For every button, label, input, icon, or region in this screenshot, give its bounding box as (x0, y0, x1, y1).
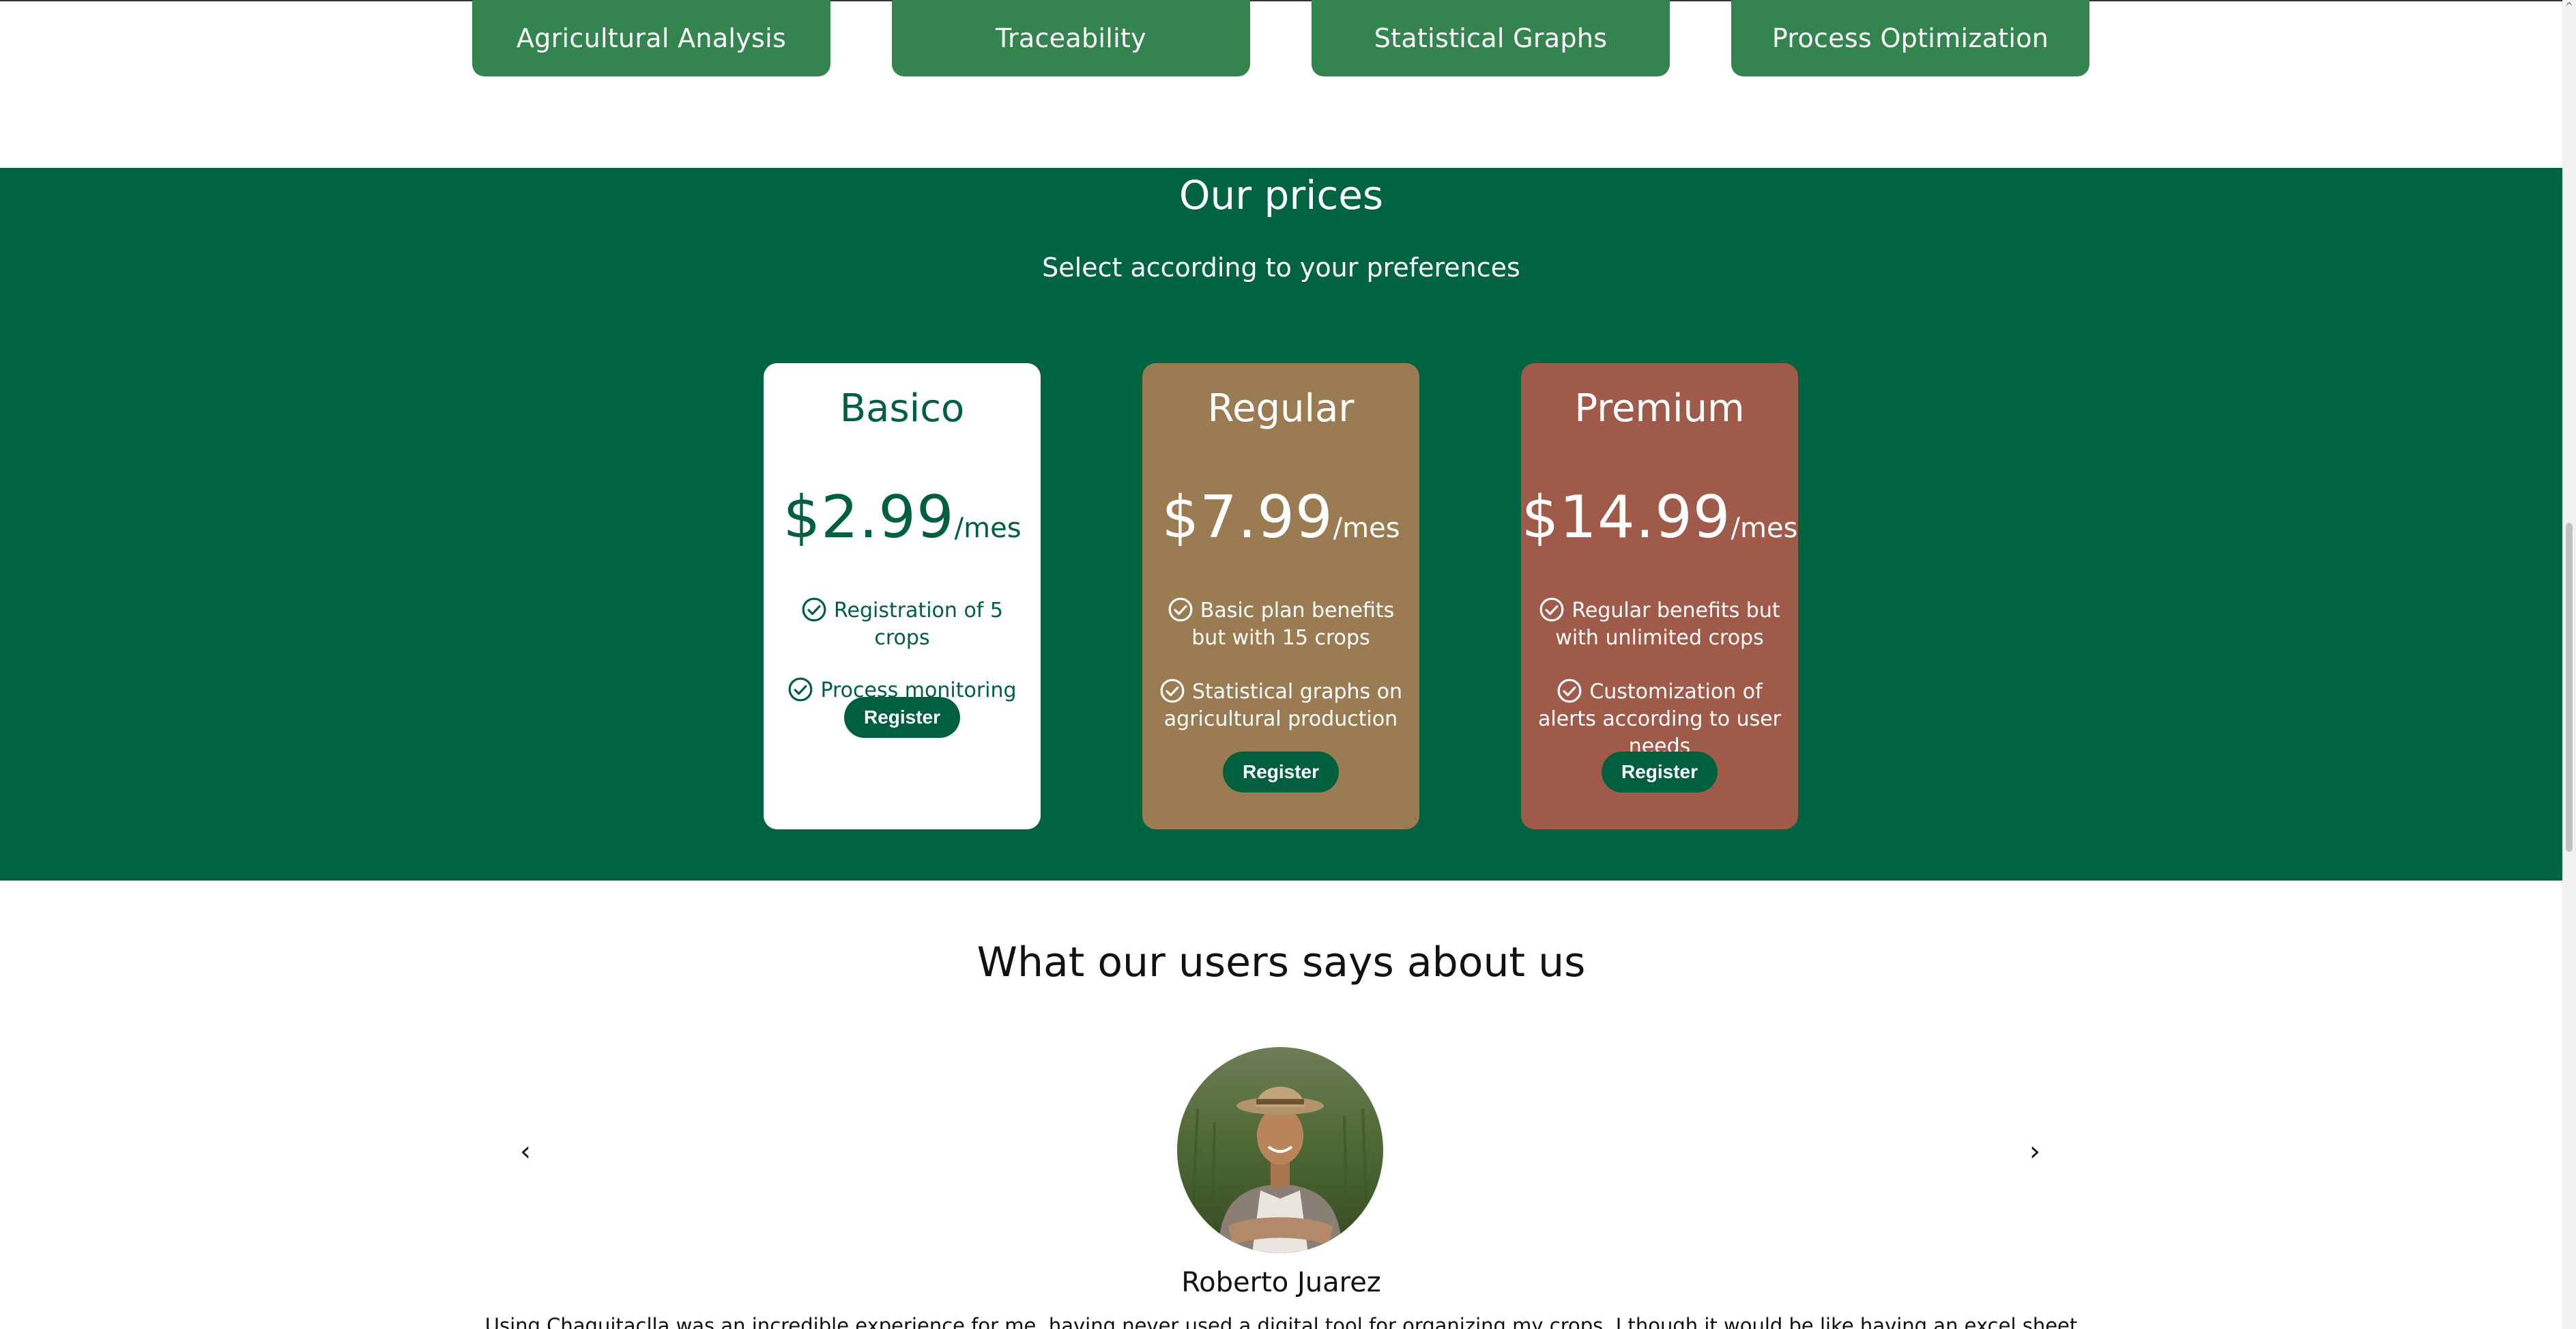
user-photo (1177, 1047, 1383, 1253)
plan-amount: $7.99 (1161, 483, 1333, 552)
plan-period: /mes (1731, 513, 1798, 544)
check-circle-icon (1539, 597, 1564, 622)
carousel-prev-button[interactable]: ‹ (520, 1136, 531, 1167)
plan-name: Regular (1207, 386, 1355, 431)
plan-feature-text: Registration of 5 crops (834, 599, 1003, 650)
feature-button-agricultural-analysis[interactable]: Agricultural Analysis (472, 0, 830, 76)
feature-label: Traceability (996, 23, 1146, 53)
page: Agricultural Analysis Traceability Stati… (0, 0, 2576, 1329)
check-circle-icon (1160, 678, 1185, 703)
avatar (1177, 1047, 1383, 1253)
testimonial-quote: Using Chaquitaclla was an incredible exp… (484, 1314, 2078, 1329)
plan-name: Premium (1574, 386, 1745, 431)
plan-name: Basico (839, 386, 965, 431)
prices-title: Our prices (1178, 172, 1384, 218)
prices-subtitle: Select according to your preferences (1042, 253, 1520, 283)
vertical-scrollbar[interactable]: ^ (2562, 0, 2576, 1329)
plan-feature: Statistical graphs on agricultural produ… (1156, 678, 1406, 733)
plan-price: $14.99/mes (1521, 483, 1798, 552)
plan-feature-text: Statistical graphs on agricultural produ… (1163, 680, 1403, 731)
plan-card-premium: Premium $14.99/mes Regular benefits but … (1521, 363, 1798, 829)
register-button-basico[interactable]: Register (844, 697, 960, 738)
register-button-regular[interactable]: Register (1223, 752, 1339, 792)
feature-label: Agricultural Analysis (516, 23, 787, 53)
check-circle-icon (789, 677, 813, 702)
plan-amount: $2.99 (783, 483, 955, 552)
plan-price: $2.99/mes (764, 483, 1041, 552)
feature-tabs: Agricultural Analysis Traceability Stati… (0, 0, 2562, 168)
testimonial-user-name: Roberto Juarez (1181, 1267, 1381, 1298)
feature-label: Statistical Graphs (1374, 23, 1608, 53)
plan-card-regular: Regular $7.99/mes Basic plan benefits bu… (1142, 363, 1419, 829)
feature-label: Process Optimization (1771, 23, 2049, 53)
carousel-next-button[interactable]: › (2029, 1136, 2040, 1167)
feature-button-process-optimization[interactable]: Process Optimization (1731, 0, 2089, 76)
plan-period: /mes (1333, 513, 1400, 544)
plan-price: $7.99/mes (1142, 483, 1419, 552)
check-circle-icon (1557, 678, 1582, 703)
plan-feature: Registration of 5 crops (777, 597, 1027, 652)
prices-section: Our prices Select according to your pref… (0, 168, 2562, 881)
scroll-up-icon[interactable]: ^ (2565, 1, 2573, 12)
feature-button-statistical-graphs[interactable]: Statistical Graphs (1312, 0, 1670, 76)
register-button-premium[interactable]: Register (1602, 752, 1718, 792)
check-circle-icon (1168, 597, 1193, 622)
feature-button-traceability[interactable]: Traceability (892, 0, 1250, 76)
plan-feature-text: Regular benefits but with unlimited crop… (1555, 599, 1780, 650)
plan-period: /mes (954, 513, 1022, 544)
plan-feature: Customization of alerts according to use… (1535, 678, 1784, 760)
plan-card-basico: Basico $2.99/mes Registration of 5 crops… (764, 363, 1041, 829)
check-circle-icon (802, 597, 826, 622)
scrollbar-thumb[interactable] (2566, 523, 2573, 852)
plan-feature-text: Basic plan benefits but with 15 crops (1191, 599, 1395, 650)
plan-amount: $14.99 (1521, 483, 1731, 552)
plan-features: Basic plan benefits but with 15 crops St… (1142, 597, 1419, 759)
plan-feature: Regular benefits but with unlimited crop… (1535, 597, 1784, 652)
plan-feature: Basic plan benefits but with 15 crops (1156, 597, 1406, 652)
testimonials-title: What our users says about us (976, 939, 1586, 986)
